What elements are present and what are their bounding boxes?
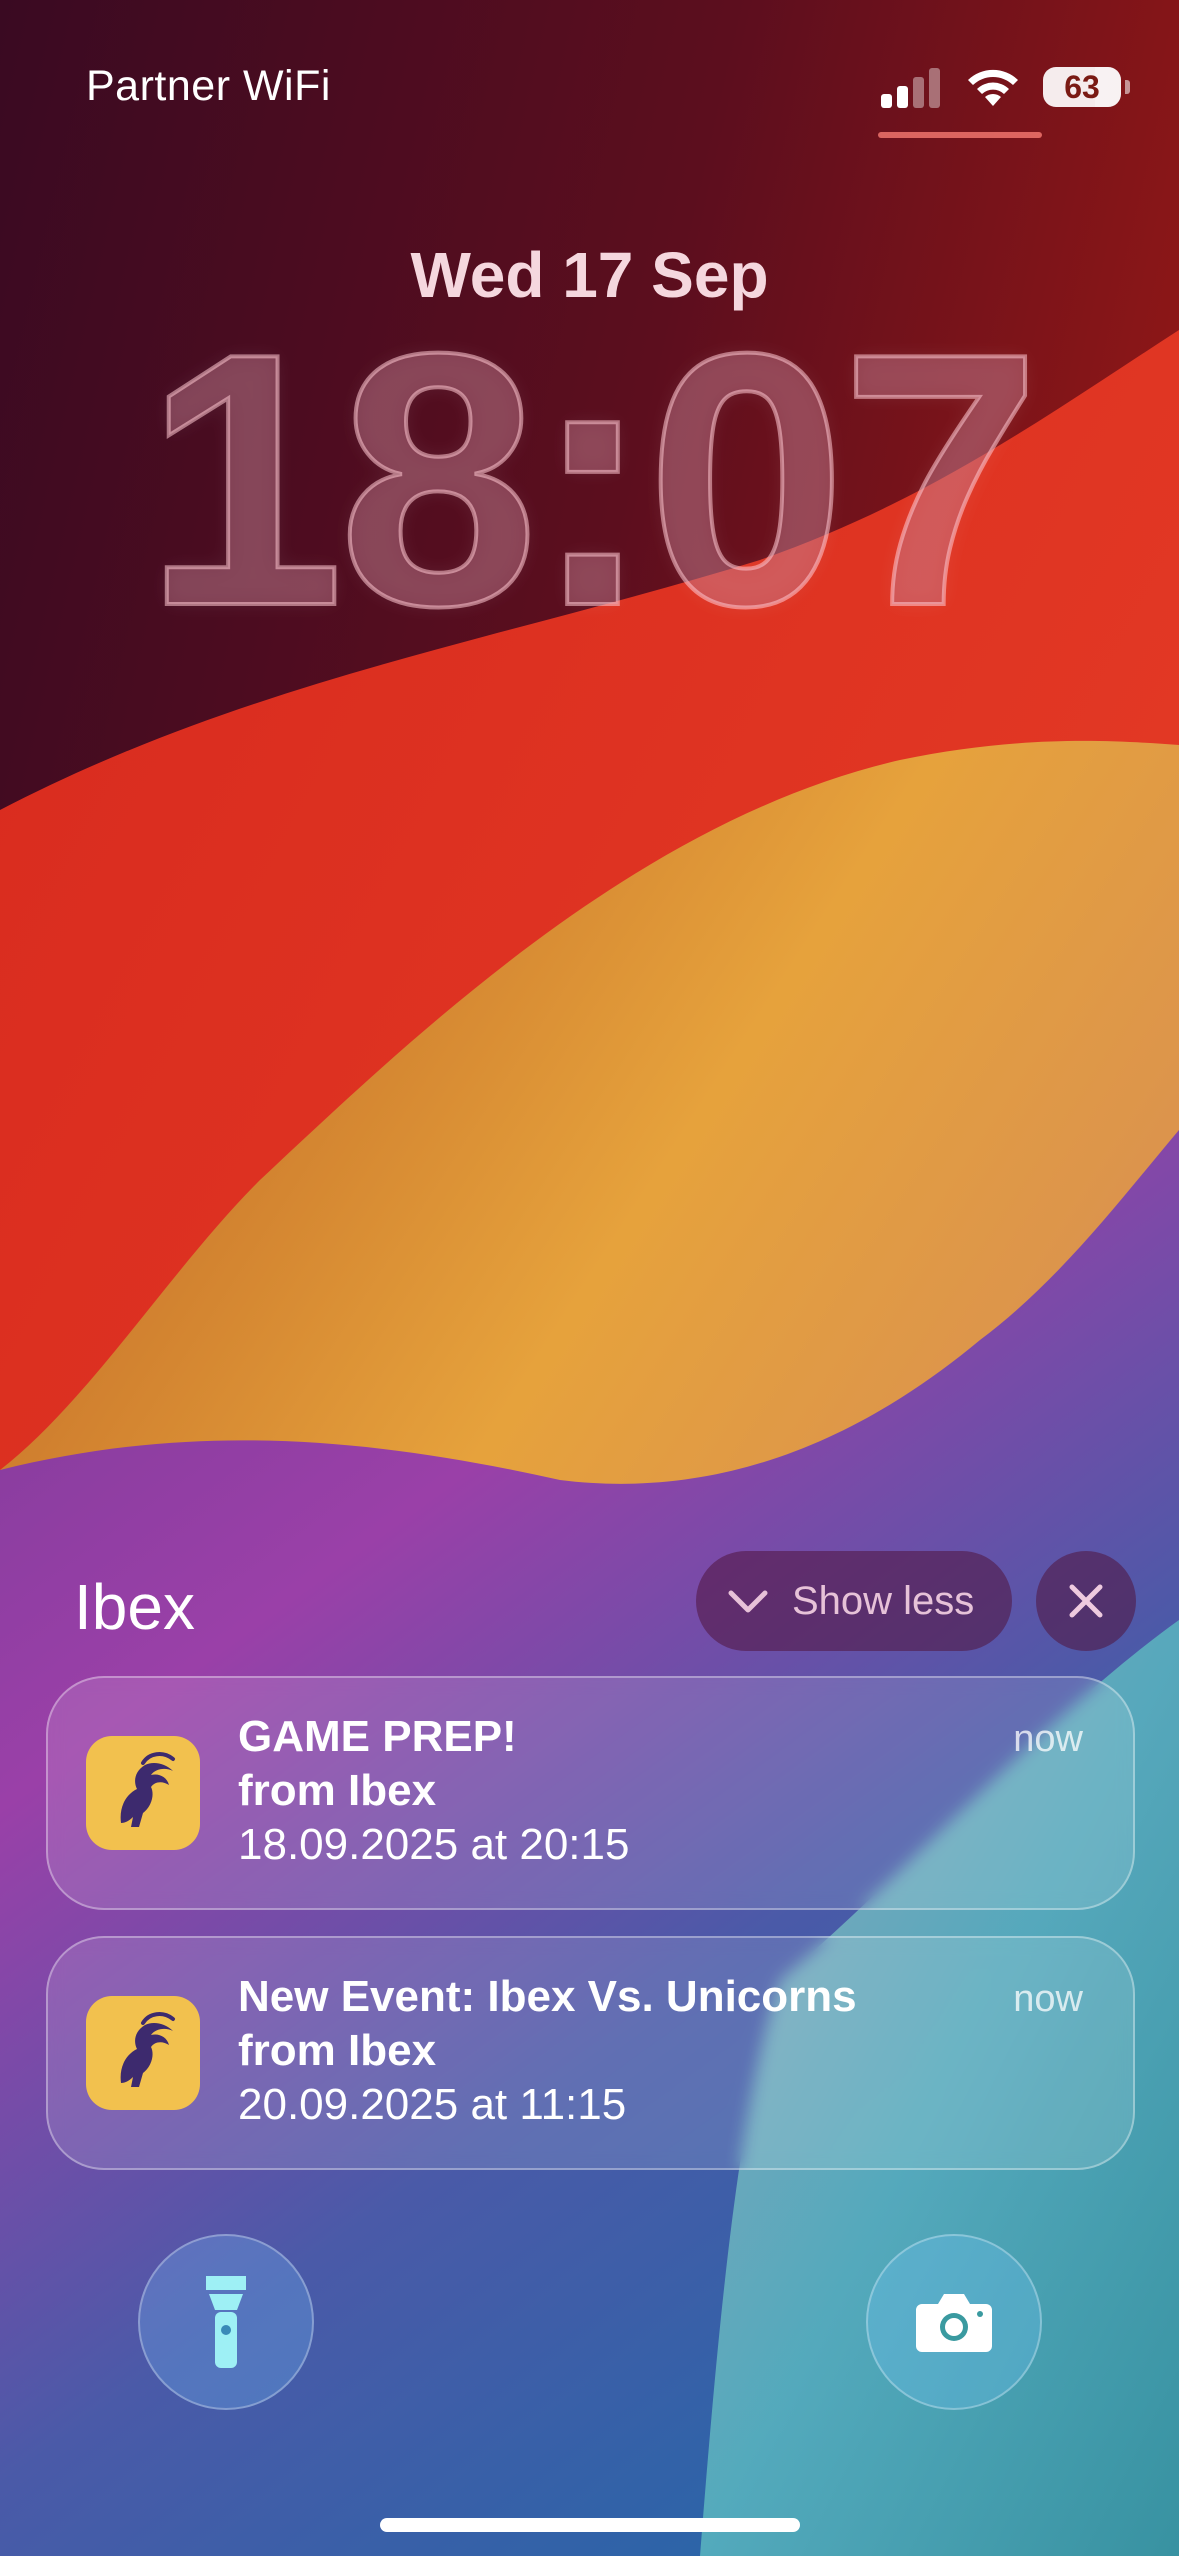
flashlight-button[interactable] bbox=[138, 2234, 314, 2410]
notification-body: 20.09.2025 at 11:15 bbox=[238, 2080, 627, 2129]
battery-percent: 63 bbox=[1064, 68, 1100, 105]
status-icons: 63 bbox=[881, 62, 1130, 112]
lock-screen: Partner WiFi 63 Wed 17 Sep 18:07 Ibex Sh… bbox=[0, 0, 1179, 2556]
battery-icon: 63 bbox=[1043, 67, 1130, 107]
notification-body: 18.09.2025 at 20:15 bbox=[238, 1820, 630, 1869]
carrier-label: Partner WiFi bbox=[86, 62, 331, 110]
notification-card[interactable]: New Event: Ibex Vs. Unicorns from Ibex 2… bbox=[46, 1936, 1135, 2170]
close-icon bbox=[1069, 1584, 1103, 1618]
ibex-app-icon bbox=[86, 1736, 200, 1850]
notification-subtitle: from Ibex bbox=[238, 2026, 437, 2075]
chevron-down-icon bbox=[728, 1590, 768, 1613]
notification-card[interactable]: GAME PREP! from Ibex 18.09.2025 at 20:15… bbox=[46, 1676, 1135, 1910]
notification-title: New Event: Ibex Vs. Unicorns bbox=[238, 1972, 857, 2021]
lock-clock: 18:07 bbox=[142, 279, 1043, 681]
home-indicator[interactable] bbox=[380, 2518, 800, 2532]
ibex-app-icon bbox=[86, 1996, 200, 2110]
flashlight-icon bbox=[206, 2276, 246, 2368]
camera-button[interactable] bbox=[866, 2234, 1042, 2410]
notification-time: now bbox=[1013, 1718, 1083, 1760]
cellular-signal-icon bbox=[881, 68, 940, 108]
show-less-label: Show less bbox=[792, 1578, 975, 1623]
notification-title: GAME PREP! bbox=[238, 1712, 517, 1761]
clear-notifications-button[interactable] bbox=[1036, 1551, 1136, 1651]
notification-group-title: Ibex bbox=[74, 1571, 195, 1643]
notification-subtitle: from Ibex bbox=[238, 1766, 437, 1815]
show-less-button[interactable]: Show less bbox=[696, 1551, 1012, 1651]
wifi-icon bbox=[968, 69, 1018, 106]
status-indicator-line bbox=[878, 132, 1042, 138]
notification-time: now bbox=[1013, 1978, 1083, 2020]
camera-icon bbox=[916, 2294, 992, 2352]
